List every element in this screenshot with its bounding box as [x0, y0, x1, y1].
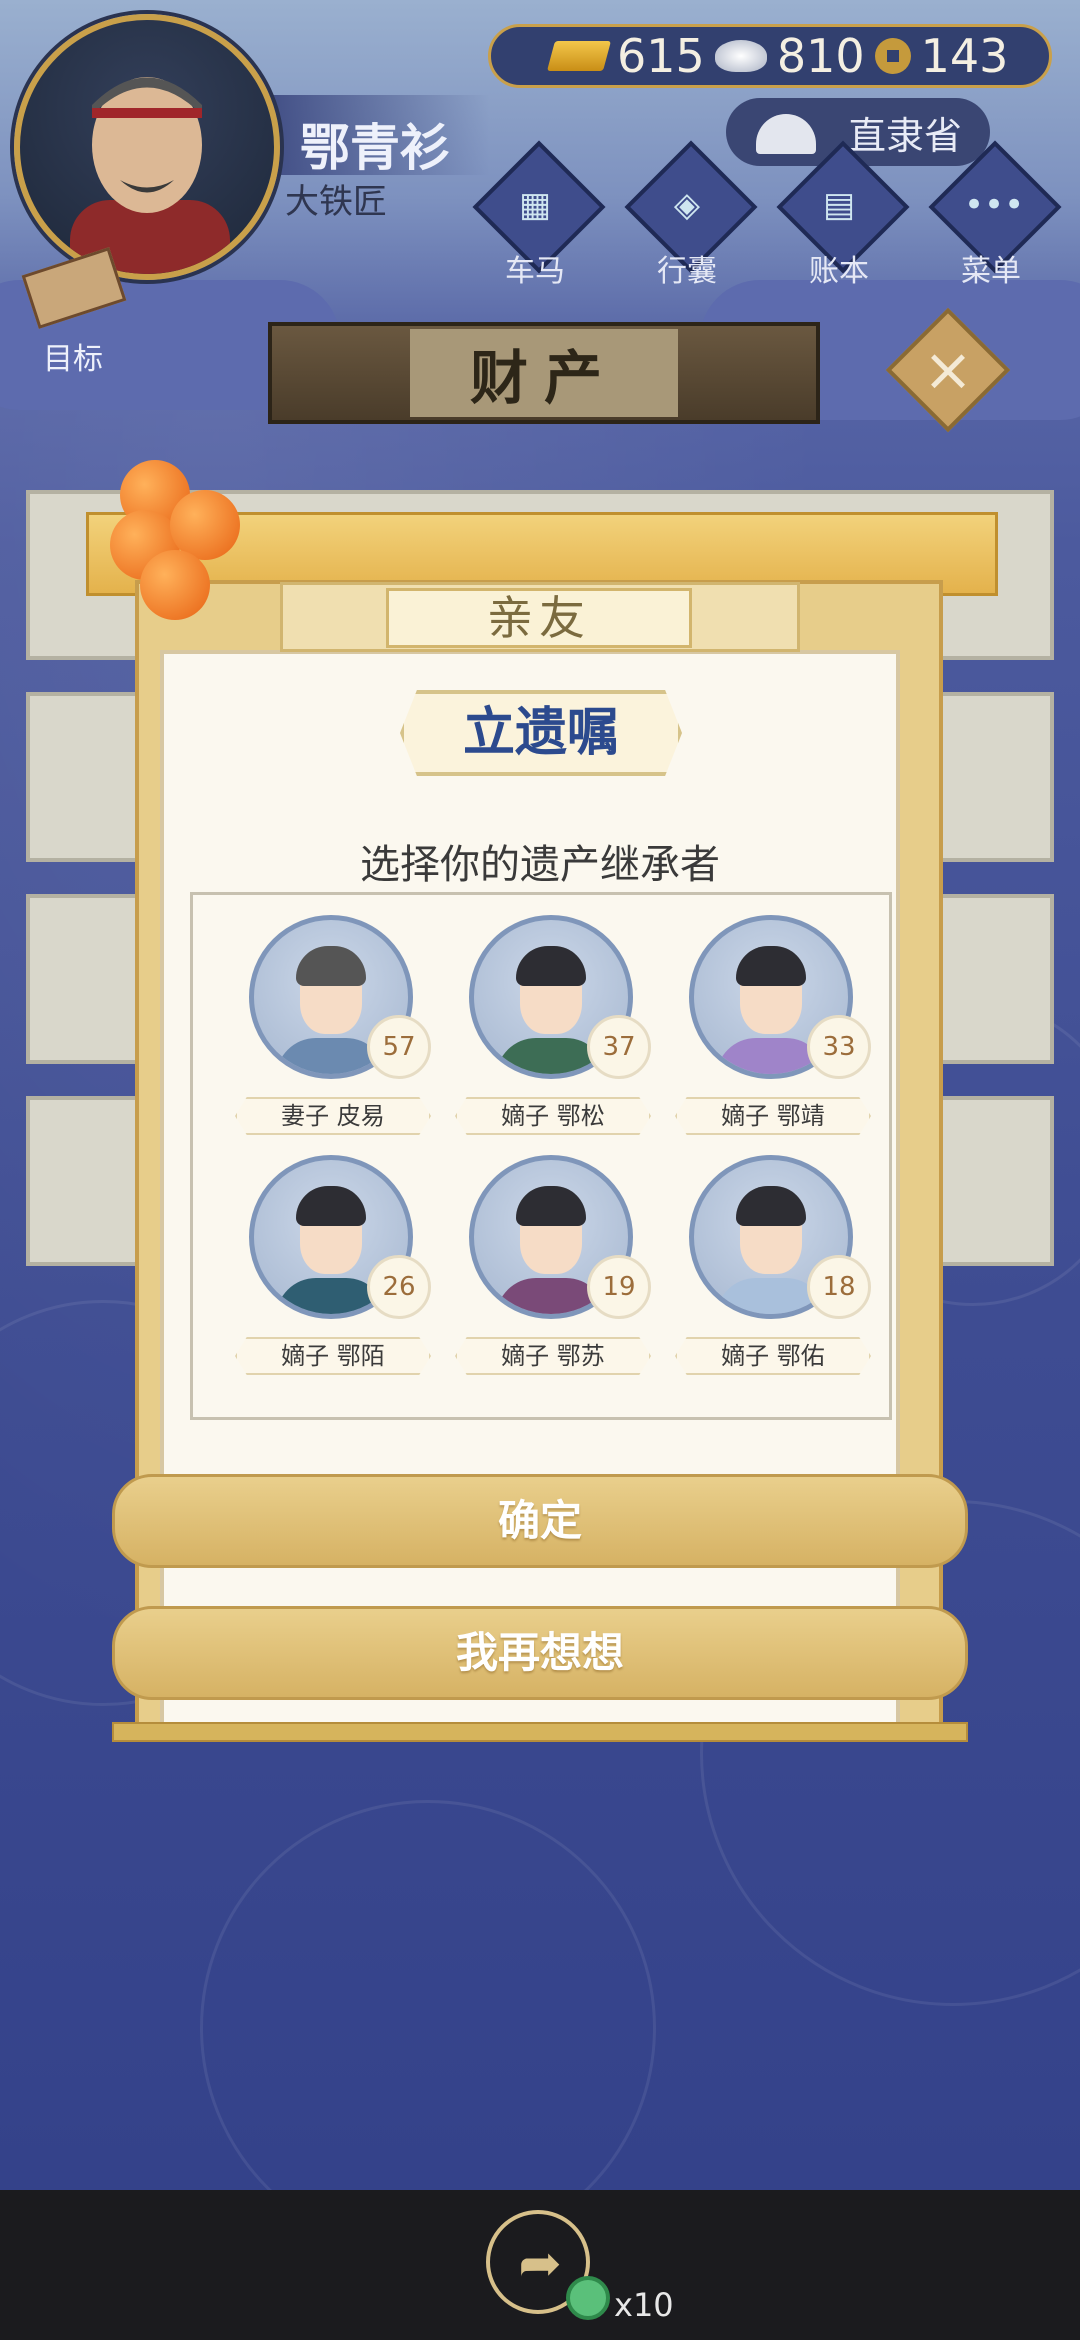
heir-card[interactable]: 26 嫡子 鄂陌	[229, 1155, 431, 1395]
heir-age: 18	[807, 1255, 871, 1319]
coin-amount: 143	[920, 29, 1009, 83]
confirm-button[interactable]: 确定	[112, 1474, 968, 1568]
rethink-button[interactable]: 我再想想	[112, 1606, 968, 1700]
heir-age: 57	[367, 1015, 431, 1079]
modal-bottom-edge	[112, 1722, 968, 1742]
gold-amount: 615	[617, 29, 705, 83]
heir-age: 37	[587, 1015, 651, 1079]
menu-icon: •••	[964, 185, 1025, 225]
silver-amount: 810	[776, 29, 865, 83]
player-name: 鄂青衫	[300, 119, 450, 177]
currency-bar: 615 810 143	[488, 24, 1052, 88]
menu-ledger-button[interactable]: ▤ 账本	[776, 140, 910, 289]
tab-relatives[interactable]: 亲友	[386, 588, 692, 648]
will-title: 立遗嘱	[400, 690, 682, 776]
cart-icon: ▦	[518, 185, 552, 225]
top-menu: ▦ 车马 ◈ 行囊 ▤ 账本 ••• 菜单	[472, 140, 1062, 289]
player-avatar[interactable]	[14, 14, 280, 280]
menu-more-button[interactable]: ••• 菜单	[928, 140, 1062, 289]
player-title: 大铁匠	[285, 182, 387, 222]
candied-haws-icon	[100, 450, 270, 620]
section-title: 财产	[409, 329, 678, 417]
share-icon: ➦	[518, 2234, 562, 2294]
copper-coin-icon	[874, 38, 911, 74]
menu-label: 账本	[809, 254, 869, 289]
jade-token-icon	[566, 2276, 610, 2320]
heir-label: 嫡子 鄂靖	[675, 1097, 871, 1135]
heir-card[interactable]: 33 嫡子 鄂靖	[669, 915, 871, 1155]
silver-ingot-icon	[714, 40, 767, 72]
heir-label: 嫡子 鄂苏	[455, 1337, 651, 1375]
heir-label: 嫡子 鄂陌	[235, 1337, 431, 1375]
ledger-icon: ▤	[822, 185, 856, 225]
heir-age: 33	[807, 1015, 871, 1079]
goal-button[interactable]: 目标	[18, 247, 127, 377]
bag-icon: ◈	[673, 185, 701, 225]
menu-label: 车马	[505, 254, 565, 289]
heir-grid: 57 妻子 皮易 37 嫡子 鄂松 33 嫡子 鄂靖 26 嫡子 鄂陌 19 嫡…	[190, 892, 892, 1420]
menu-label: 菜单	[961, 254, 1021, 289]
menu-label: 行囊	[657, 254, 717, 289]
goal-label: 目标	[43, 342, 103, 377]
heir-card[interactable]: 37 嫡子 鄂松	[449, 915, 651, 1155]
heir-label: 妻子 皮易	[235, 1097, 431, 1135]
gold-ingot-icon	[546, 41, 612, 71]
section-title-banner: 财产	[268, 322, 820, 424]
menu-cart-button[interactable]: ▦ 车马	[472, 140, 606, 289]
heir-label: 嫡子 鄂松	[455, 1097, 651, 1135]
location-fan-icon	[756, 114, 816, 154]
heir-card[interactable]: 19 嫡子 鄂苏	[449, 1155, 651, 1395]
share-reward-count: x10	[614, 2286, 674, 2324]
heir-age: 19	[587, 1255, 651, 1319]
heir-card[interactable]: 57 妻子 皮易	[229, 915, 431, 1155]
heir-card[interactable]: 18 嫡子 鄂佑	[669, 1155, 871, 1395]
menu-bag-button[interactable]: ◈ 行囊	[624, 140, 758, 289]
heir-age: 26	[367, 1255, 431, 1319]
province-label: 直隶省	[847, 113, 962, 158]
heir-label: 嫡子 鄂佑	[675, 1337, 871, 1375]
modal-subtitle: 选择你的遗产继承者	[360, 842, 720, 888]
close-icon: ×	[922, 335, 974, 405]
